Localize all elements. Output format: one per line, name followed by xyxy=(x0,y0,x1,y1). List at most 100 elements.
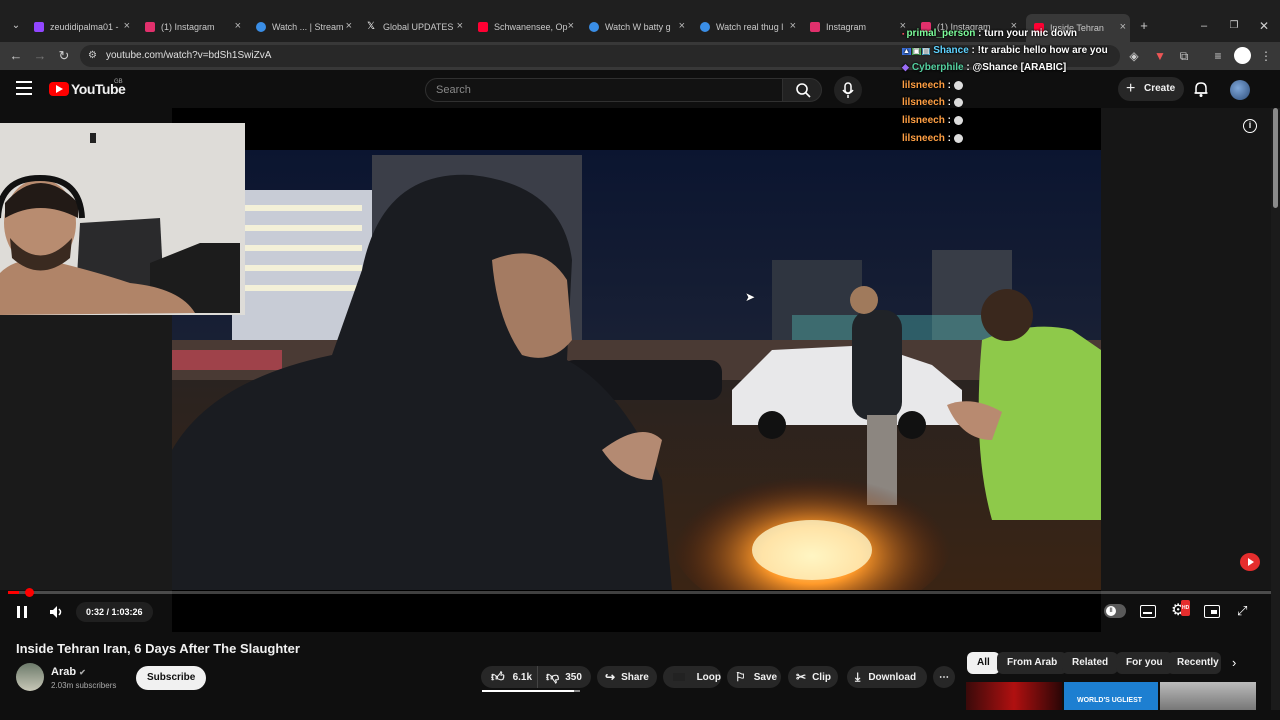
youtube-icon xyxy=(478,22,488,32)
tab-1[interactable]: (1) Instagram × xyxy=(145,17,241,37)
recommended-thumbnail[interactable] xyxy=(1160,682,1256,710)
youtube-end-icon[interactable] xyxy=(1240,553,1260,571)
miniplayer-icon[interactable] xyxy=(1204,605,1220,618)
close-icon[interactable]: × xyxy=(679,20,685,32)
chip-all[interactable]: All xyxy=(967,652,1000,674)
mouse-cursor-icon: ➤ xyxy=(745,290,756,304)
chat-sep: : xyxy=(968,45,978,56)
back-icon[interactable]: ← xyxy=(6,46,26,66)
share-button[interactable]: ↪ Share xyxy=(597,666,657,688)
stream-icon xyxy=(700,22,710,32)
reload-icon[interactable]: ↻ xyxy=(54,46,74,66)
chevron-right-icon[interactable]: › xyxy=(1232,655,1236,670)
dislike-button[interactable]: 👎︎ 350 xyxy=(537,666,591,688)
minimize-icon[interactable]: – xyxy=(1194,16,1214,36)
thumbnail-text: WORLD'S UGLIEST xyxy=(1077,697,1143,704)
download-label: Download xyxy=(868,671,917,683)
chat-message: ◆ Cyberphile : @Shance [ARABIC] xyxy=(902,62,1066,73)
create-label: Create xyxy=(1144,83,1176,94)
twitch-icon xyxy=(34,22,44,32)
extension-icon[interactable]: ◈ xyxy=(1124,46,1144,66)
verified-icon: ✔ xyxy=(79,668,86,677)
fullscreen-icon[interactable]: ⤢ xyxy=(1237,604,1247,618)
recommended-thumbnail[interactable] xyxy=(966,682,1062,710)
tab-search-icon[interactable]: ⌄ xyxy=(6,16,26,36)
tab-2[interactable]: Watch ... | Stream × xyxy=(256,17,352,37)
extensions-puzzle-icon[interactable]: ⧉ xyxy=(1174,46,1194,66)
subtitles-icon[interactable] xyxy=(1140,605,1156,618)
bookmark-icon: ⚐ xyxy=(735,670,746,684)
youtube-logo-icon[interactable] xyxy=(49,82,69,96)
close-icon[interactable]: × xyxy=(457,20,463,32)
autoplay-toggle[interactable]: II xyxy=(1104,604,1126,618)
like-button[interactable]: 👍︎ 6.1k xyxy=(481,666,537,688)
chat-message: lilsneech : xyxy=(902,115,963,126)
close-icon[interactable]: × xyxy=(346,20,352,32)
close-window-icon[interactable]: ✕ xyxy=(1254,16,1274,36)
close-icon[interactable]: × xyxy=(235,20,241,32)
progress-bar[interactable] xyxy=(8,588,1272,597)
profile-avatar[interactable] xyxy=(1234,47,1251,64)
video-frame[interactable] xyxy=(172,150,1101,590)
forward-icon[interactable]: → xyxy=(30,46,50,66)
info-icon[interactable]: i xyxy=(1243,119,1257,133)
download-button[interactable]: ⤓ Download xyxy=(847,666,927,688)
progress-scrubber[interactable] xyxy=(24,588,34,597)
chip-recently-uploaded[interactable]: Recently u xyxy=(1167,652,1221,674)
badge-icon: ◆ xyxy=(902,62,909,72)
search-button[interactable] xyxy=(782,78,822,102)
scrollbar-thumb[interactable] xyxy=(1273,108,1278,208)
chat-user: Cyberphile xyxy=(911,62,964,73)
chip-for-you[interactable]: For you xyxy=(1116,652,1173,674)
recommended-thumbnail[interactable]: WORLD'S UGLIEST xyxy=(1064,682,1158,710)
account-avatar[interactable] xyxy=(1230,80,1250,100)
badge-icon: ▣ xyxy=(911,48,921,55)
settings-gear-icon[interactable]: ⚙ HD xyxy=(1171,600,1191,619)
chip-related[interactable]: Related xyxy=(1062,652,1119,674)
search-placeholder: Search xyxy=(436,84,471,96)
subscribe-button[interactable]: Subscribe xyxy=(136,666,207,690)
chip-from-arab[interactable]: From Arab xyxy=(997,652,1068,674)
close-icon[interactable]: × xyxy=(790,20,796,32)
search-icon xyxy=(796,83,811,98)
channel-avatar[interactable] xyxy=(16,663,44,691)
close-icon[interactable]: × xyxy=(568,20,574,32)
tab-7[interactable]: Instagram × xyxy=(810,17,906,37)
emote-icon xyxy=(953,115,963,125)
progress-fill xyxy=(8,591,19,594)
webcam-image xyxy=(0,123,245,315)
more-actions-button[interactable]: ⋯ xyxy=(933,666,955,688)
page-scrollbar[interactable] xyxy=(1271,108,1280,710)
pause-button[interactable] xyxy=(15,605,29,619)
streamer-webcam xyxy=(0,123,245,315)
new-tab-button[interactable]: + xyxy=(1134,16,1154,36)
volume-button[interactable] xyxy=(48,604,66,620)
time-display: 0:32 / 1:03:26 xyxy=(76,602,153,622)
voice-search-button[interactable] xyxy=(834,76,862,104)
loop-button[interactable]: Loop xyxy=(663,666,721,688)
search-input[interactable]: Search xyxy=(425,78,783,102)
site-info-icon[interactable]: ⚙ xyxy=(88,45,97,67)
channel-name[interactable]: Arab ✔ xyxy=(51,666,86,678)
save-button[interactable]: ⚐ Save xyxy=(727,666,781,688)
tab-0[interactable]: zeudidipalma01 - × xyxy=(34,17,130,37)
thumbs-up-icon: 👍︎ xyxy=(491,669,505,684)
close-icon[interactable]: × xyxy=(124,20,130,32)
tab-6[interactable]: Watch real thug l × xyxy=(700,17,796,37)
video-scene-image xyxy=(172,150,1101,590)
clip-button[interactable]: ✂ Clip xyxy=(788,666,838,688)
notifications-button[interactable] xyxy=(1192,80,1210,98)
extension-icon[interactable]: ▼ xyxy=(1150,46,1170,66)
emote-icon xyxy=(953,133,963,143)
create-button[interactable]: + Create xyxy=(1118,77,1184,101)
maximize-icon[interactable]: ❐ xyxy=(1224,16,1244,36)
tab-3[interactable]: 𝕏 Global UPDATES × xyxy=(367,17,463,37)
tab-4[interactable]: Schwanensee, Op × xyxy=(478,17,574,37)
hamburger-menu-icon[interactable] xyxy=(16,81,32,95)
instagram-icon xyxy=(810,22,820,32)
browser-menu-icon[interactable]: ⋮ xyxy=(1256,46,1276,66)
media-icon[interactable]: ≡ xyxy=(1208,46,1228,66)
close-icon[interactable]: × xyxy=(1120,21,1126,33)
tab-5[interactable]: Watch W batty g × xyxy=(589,17,685,37)
stream-icon xyxy=(256,22,266,32)
